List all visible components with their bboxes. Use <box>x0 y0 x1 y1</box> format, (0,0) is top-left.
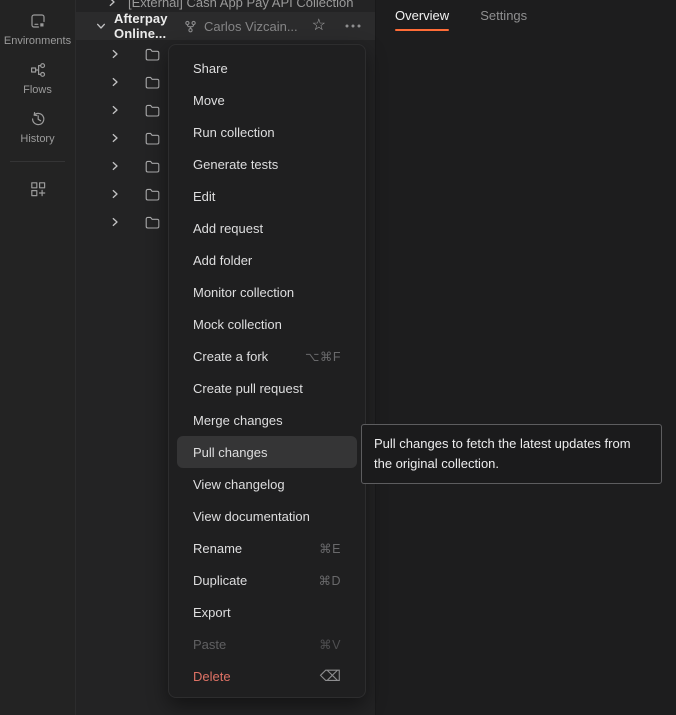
menu-item-run-collection[interactable]: Run collection <box>169 116 365 148</box>
app-window: Environments Flows History [External] Cash… <box>0 0 676 715</box>
tab-overview[interactable]: Overview <box>395 8 449 31</box>
backspace-icon: ⌫ <box>320 667 341 685</box>
menu-item-label: Paste <box>193 637 226 652</box>
menu-item-pull-changes[interactable]: Pull changes <box>177 436 357 468</box>
menu-item-label: Add request <box>193 221 263 236</box>
folder-icon <box>145 160 160 173</box>
main-panel: Overview Settings <box>377 0 676 715</box>
sidebar-item-history[interactable]: History <box>0 96 75 145</box>
tab-bar: Overview Settings <box>377 0 676 31</box>
collection-name: Afterpay Online... <box>114 11 177 41</box>
menu-item-edit[interactable]: Edit <box>169 180 365 212</box>
chevron-right-icon <box>109 132 121 144</box>
menu-item-label: Create a fork <box>193 349 268 364</box>
menu-item-move[interactable]: Move <box>169 84 365 116</box>
menu-item-label: Merge changes <box>193 413 283 428</box>
menu-item-label: View documentation <box>193 509 310 524</box>
environments-icon <box>29 12 47 30</box>
collection-owner: Carlos Vizcain... <box>204 19 298 34</box>
sidebar-nav: Environments Flows History <box>0 0 75 145</box>
chevron-right-icon <box>109 188 121 200</box>
folder-icon <box>145 188 160 201</box>
menu-item-export[interactable]: Export <box>169 596 365 628</box>
folder-icon <box>145 48 160 61</box>
menu-item-shortcut: ⌥⌘F <box>305 349 341 364</box>
chevron-right-icon <box>106 0 118 8</box>
menu-item-label: Edit <box>193 189 215 204</box>
folder-icon <box>145 216 160 229</box>
menu-item-label: View changelog <box>193 477 285 492</box>
menu-item-label: Share <box>193 61 228 76</box>
pull-changes-tooltip: Pull changes to fetch the latest updates… <box>361 424 662 484</box>
flows-icon <box>29 61 47 79</box>
menu-item-label: Generate tests <box>193 157 278 172</box>
menu-item-label: Monitor collection <box>193 285 294 300</box>
star-icon[interactable]: ☆ <box>312 18 326 34</box>
sidebar-item-environments[interactable]: Environments <box>0 0 75 47</box>
menu-item-create-pull-request[interactable]: Create pull request <box>169 372 365 404</box>
menu-item-shortcut: ⌘V <box>319 637 341 652</box>
menu-item-generate-tests[interactable]: Generate tests <box>169 148 365 180</box>
menu-item-delete[interactable]: Delete ⌫ <box>169 660 365 692</box>
chevron-right-icon <box>109 104 121 116</box>
chevron-right-icon <box>109 216 121 228</box>
menu-item-merge-changes[interactable]: Merge changes <box>169 404 365 436</box>
sidebar-item-flows[interactable]: Flows <box>0 47 75 96</box>
menu-item-label: Duplicate <box>193 573 247 588</box>
menu-item-label: Run collection <box>193 125 275 140</box>
history-icon <box>29 110 47 128</box>
menu-item-shortcut: ⌘D <box>318 573 341 588</box>
chevron-right-icon <box>109 76 121 88</box>
chevron-right-icon <box>109 48 121 60</box>
menu-item-paste: Paste ⌘V <box>169 628 365 660</box>
menu-item-add-request[interactable]: Add request <box>169 212 365 244</box>
menu-item-view-changelog[interactable]: View changelog <box>169 468 365 500</box>
menu-item-add-folder[interactable]: Add folder <box>169 244 365 276</box>
folder-icon <box>145 104 160 117</box>
folder-icon <box>145 76 160 89</box>
menu-item-label: Add folder <box>193 253 252 268</box>
grid-add-icon[interactable] <box>0 162 75 198</box>
menu-item-view-documentation[interactable]: View documentation <box>169 500 365 532</box>
more-dots-icon[interactable] <box>345 24 361 28</box>
menu-item-mock-collection[interactable]: Mock collection <box>169 308 365 340</box>
menu-item-rename[interactable]: Rename ⌘E <box>169 532 365 564</box>
menu-item-label: Delete <box>193 669 231 684</box>
fork-icon <box>184 20 197 33</box>
chevron-down-icon <box>95 20 107 32</box>
collection-row-afterpay[interactable]: Afterpay Online... Carlos Vizcain... ☆ <box>76 12 375 40</box>
tab-settings[interactable]: Settings <box>480 8 527 31</box>
menu-item-label: Move <box>193 93 225 108</box>
chevron-right-icon <box>109 160 121 172</box>
sidebar-item-label: Environments <box>4 35 71 47</box>
menu-item-duplicate[interactable]: Duplicate ⌘D <box>169 564 365 596</box>
menu-item-label: Pull changes <box>193 445 267 460</box>
sidebar-item-label: Flows <box>23 84 52 96</box>
menu-item-monitor-collection[interactable]: Monitor collection <box>169 276 365 308</box>
collection-context-menu: Share Move Run collection Generate tests Edi… <box>168 44 366 698</box>
sidebar-item-label: History <box>20 133 54 145</box>
menu-item-shortcut: ⌘E <box>319 541 341 556</box>
folder-icon <box>145 132 160 145</box>
left-icon-strip: Environments Flows History <box>0 0 76 715</box>
menu-item-label: Rename <box>193 541 242 556</box>
menu-item-label: Mock collection <box>193 317 282 332</box>
menu-item-share[interactable]: Share <box>169 52 365 84</box>
collection-name: [External] Cash App Pay API Collection <box>128 0 353 10</box>
menu-item-label: Export <box>193 605 231 620</box>
menu-item-label: Create pull request <box>193 381 303 396</box>
menu-item-create-a-fork[interactable]: Create a fork ⌥⌘F <box>169 340 365 372</box>
